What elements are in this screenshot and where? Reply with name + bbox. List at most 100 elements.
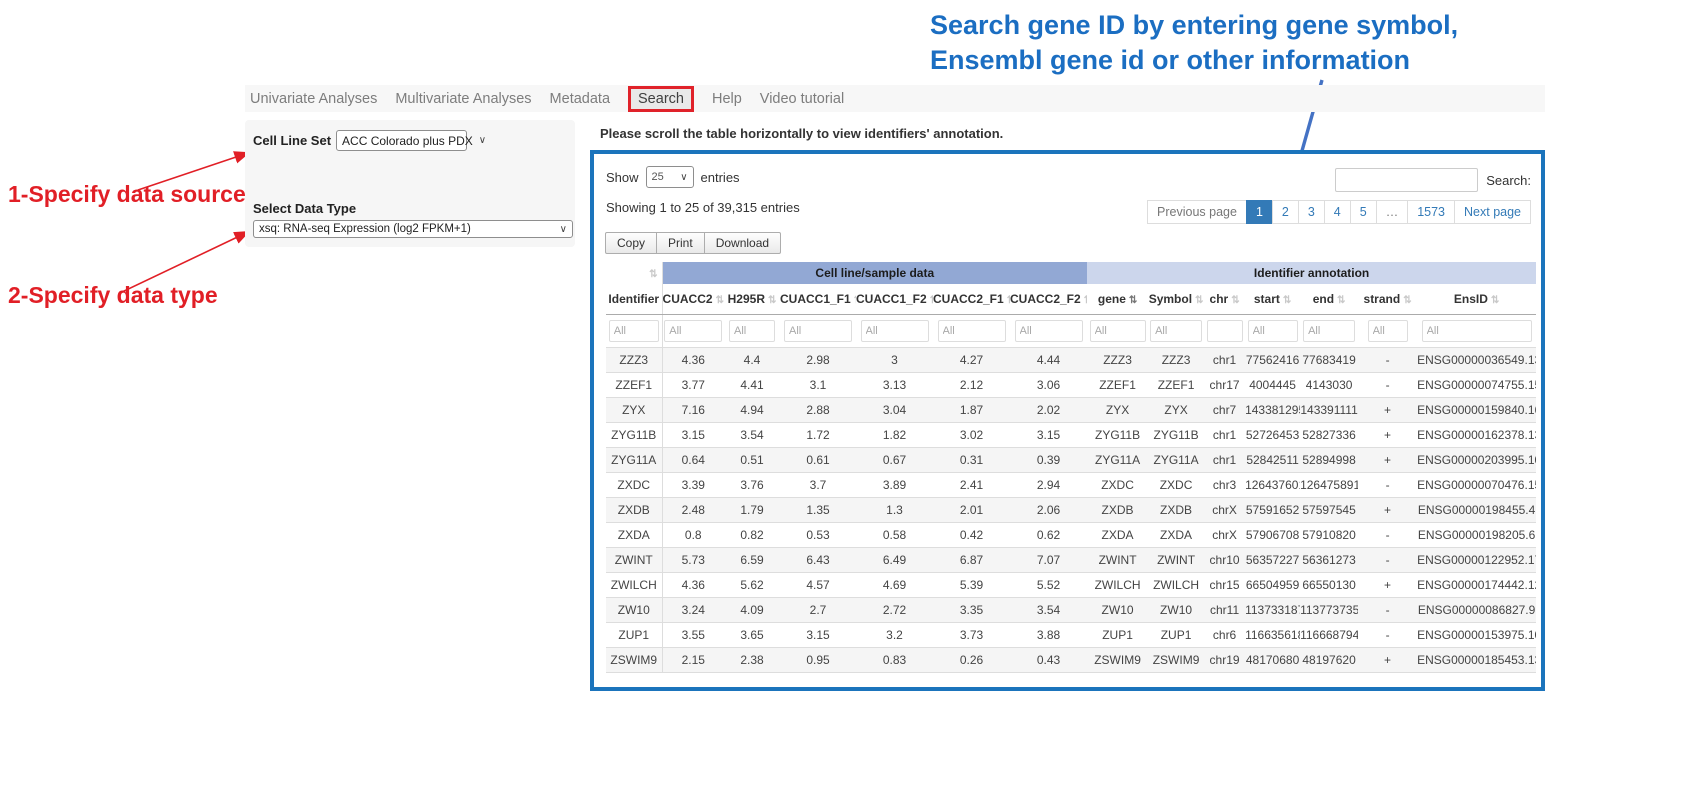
column-header-ensid[interactable]: EnsID⇅ (1417, 284, 1536, 315)
cell-identifier: ZUP1 (606, 623, 662, 648)
filter-cell (856, 315, 933, 348)
pagination-next[interactable]: Next page (1454, 200, 1531, 224)
cell-cuacc2-f2: 2.94 (1010, 473, 1087, 498)
table-row: ZXDB2.481.791.351.32.012.06ZXDBZXDBchrX5… (606, 498, 1536, 523)
cell-cuacc2: 2.15 (662, 648, 724, 673)
cell-start: 116635618 (1245, 623, 1300, 648)
options-panel: Cell Line Set ACC Colorado plus PDX ∨ Se… (245, 120, 575, 247)
data-type-select[interactable]: xsq: RNA-seq Expression (log2 FPKM+1) ∨ (253, 220, 573, 238)
cell-ensid: ENSG00000074755.15 (1417, 373, 1536, 398)
cell-gene: ZYX (1087, 398, 1148, 423)
filter-input-end[interactable] (1303, 320, 1355, 342)
cell-start: 143381295 (1245, 398, 1300, 423)
filter-input-chr[interactable] (1207, 320, 1243, 342)
column-header-h295r[interactable]: H295R⇅ (724, 284, 780, 315)
cell-line-set-select[interactable]: ACC Colorado plus PDX ∨ (336, 130, 467, 151)
cell-start: 4004445 (1245, 373, 1300, 398)
column-header-start[interactable]: start⇅ (1245, 284, 1300, 315)
cell-cuacc2-f2: 2.06 (1010, 498, 1087, 523)
sort-icon: ⇅ (1231, 295, 1239, 306)
pagination-page-3[interactable]: 3 (1298, 200, 1325, 224)
filter-input-identifier[interactable] (609, 320, 659, 342)
pagination: Previous page12345…1573Next page (1148, 200, 1531, 224)
column-header-chr[interactable]: chr⇅ (1204, 284, 1245, 315)
table-row: ZYX7.164.942.883.041.872.02ZYXZYXchr7143… (606, 398, 1536, 423)
filter-cell (933, 315, 1010, 348)
pagination-page-4[interactable]: 4 (1324, 200, 1351, 224)
column-header-cuacc2[interactable]: CUACC2⇅ (662, 284, 724, 315)
button-download[interactable]: Download (704, 232, 781, 254)
cell-start: 126437601 (1245, 473, 1300, 498)
cell-cuacc1-f2: 3.2 (856, 623, 933, 648)
cell-symbol: ZYX (1148, 398, 1204, 423)
column-header-label: CUACC2_F1 (933, 292, 1004, 306)
cell-strand: - (1358, 623, 1417, 648)
button-copy[interactable]: Copy (605, 232, 657, 254)
column-header-label: end (1313, 292, 1334, 306)
cell-cuacc2: 5.73 (662, 548, 724, 573)
cell-cuacc2-f2: 4.44 (1010, 348, 1087, 373)
sort-icon: ⇅ (1195, 295, 1203, 306)
filter-input-cuacc2[interactable] (664, 320, 722, 342)
cell-cuacc2-f2: 0.39 (1010, 448, 1087, 473)
column-header-end[interactable]: end⇅ (1300, 284, 1358, 315)
column-header-cuacc1-f2[interactable]: CUACC1_F2⇅ (856, 284, 933, 315)
cell-identifier: ZWILCH (606, 573, 662, 598)
column-header-symbol[interactable]: Symbol⇅ (1148, 284, 1204, 315)
nav-item-help[interactable]: Help (712, 91, 742, 107)
filter-input-cuacc1-f2[interactable] (861, 320, 929, 342)
nav-item-search[interactable]: Search (628, 86, 694, 112)
group-header-spacer[interactable]: ⇅ (606, 262, 662, 284)
pagination-previous[interactable]: Previous page (1147, 200, 1247, 224)
page-length-select[interactable]: 25 ∨ (646, 166, 694, 188)
pagination-page-5[interactable]: 5 (1350, 200, 1377, 224)
column-header-identifier[interactable]: Identifier (606, 284, 662, 315)
cell-cuacc2-f1: 0.26 (933, 648, 1010, 673)
nav-item-video-tutorial[interactable]: Video tutorial (760, 91, 844, 107)
cell-cuacc1-f2: 3.89 (856, 473, 933, 498)
search-results-panel: Show 25 ∨ entries Showing 1 to 25 of 39,… (590, 150, 1545, 691)
button-print[interactable]: Print (656, 232, 705, 254)
table-search-input[interactable] (1335, 168, 1478, 192)
cell-symbol: ZYG11A (1148, 448, 1204, 473)
filter-input-gene[interactable] (1090, 320, 1146, 342)
cell-h295r: 4.4 (724, 348, 780, 373)
filter-cell (1087, 315, 1148, 348)
column-header-cuacc2-f1[interactable]: CUACC2_F1⇅ (933, 284, 1010, 315)
cell-identifier: ZSWIM9 (606, 648, 662, 673)
nav-item-univariate-analyses[interactable]: Univariate Analyses (250, 91, 377, 107)
filter-input-strand[interactable] (1368, 320, 1408, 342)
filter-input-symbol[interactable] (1150, 320, 1202, 342)
nav-item-metadata[interactable]: Metadata (550, 91, 610, 107)
cell-cuacc2: 3.24 (662, 598, 724, 623)
table-row: ZW103.244.092.72.723.353.54ZW10ZW10chr11… (606, 598, 1536, 623)
column-header-strand[interactable]: strand⇅ (1358, 284, 1417, 315)
filter-input-h295r[interactable] (729, 320, 775, 342)
column-header-label: CUACC1_F1 (780, 292, 851, 306)
cell-gene: ZUP1 (1087, 623, 1148, 648)
cell-strand: - (1358, 598, 1417, 623)
pagination-page-1573[interactable]: 1573 (1407, 200, 1455, 224)
cell-h295r: 5.62 (724, 573, 780, 598)
sort-icon: ⇅ (1337, 295, 1345, 306)
cell-gene: ZYG11B (1087, 423, 1148, 448)
pagination-page-1[interactable]: 1 (1246, 200, 1273, 224)
filter-input-start[interactable] (1248, 320, 1298, 342)
cell-gene: ZZZ3 (1087, 348, 1148, 373)
cell-symbol: ZXDA (1148, 523, 1204, 548)
cell-cuacc2: 0.64 (662, 448, 724, 473)
column-header-cuacc2-f2[interactable]: CUACC2_F2⇅ (1010, 284, 1087, 315)
filter-input-cuacc1-f1[interactable] (784, 320, 852, 342)
filter-input-cuacc2-f1[interactable] (938, 320, 1006, 342)
column-header-cuacc1-f1[interactable]: CUACC1_F1⇅ (780, 284, 856, 315)
sort-icon: ⇅ (1084, 295, 1087, 306)
pagination-page-2[interactable]: 2 (1272, 200, 1299, 224)
filter-input-cuacc2-f2[interactable] (1015, 320, 1083, 342)
chevron-down-icon: ∨ (560, 224, 567, 235)
cell-h295r: 2.38 (724, 648, 780, 673)
column-header-gene[interactable]: gene⇅ (1087, 284, 1148, 315)
pagination-ellipsis[interactable]: … (1376, 200, 1409, 224)
nav-item-multivariate-analyses[interactable]: Multivariate Analyses (395, 91, 531, 107)
cell-end: 56361273 (1300, 548, 1358, 573)
filter-input-ensid[interactable] (1422, 320, 1532, 342)
